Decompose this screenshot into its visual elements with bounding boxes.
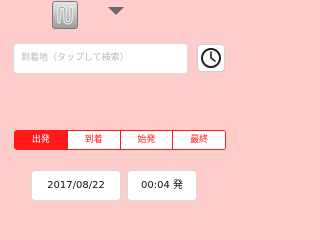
segment-first-train[interactable]: 始発 xyxy=(119,131,173,149)
segment-last-train[interactable]: 最終 xyxy=(172,131,225,149)
date-button[interactable]: 2017/08/22 xyxy=(31,170,121,201)
clock-button[interactable] xyxy=(197,44,225,72)
transfer-route-icon[interactable] xyxy=(52,1,78,29)
segment-departure[interactable]: 出発 xyxy=(15,131,67,149)
clock-icon xyxy=(201,48,221,68)
destination-search-input[interactable]: 到着地（タップして検索） xyxy=(13,43,188,74)
time-button[interactable]: 00:04 発 xyxy=(127,170,197,201)
triangle-down-icon[interactable] xyxy=(108,7,124,15)
search-mode-segmented-control: 出発 到着 始発 最終 xyxy=(14,130,226,150)
segment-arrival[interactable]: 到着 xyxy=(66,131,120,149)
